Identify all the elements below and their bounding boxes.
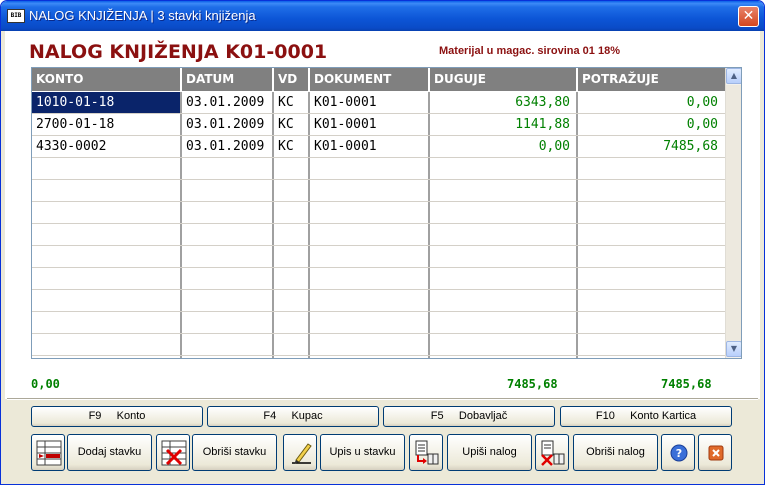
page-title: NALOG KNJIŽENJA K01-0001 [29,41,328,63]
row-gridline [32,289,726,290]
f4-kupac-button[interactable]: F4 Kupac [207,406,379,427]
cell-potrazuje[interactable]: 0,00 [578,92,724,113]
table-row[interactable]: 1010-01-18 03.01.2009 KC K01-0001 6343,8… [32,92,726,114]
cell-datum[interactable]: 03.01.2009 [182,114,272,135]
delete-order-button[interactable]: Obriši nalog [573,434,658,471]
scroll-up-button[interactable]: ▲ [726,68,741,84]
cell-datum[interactable]: 03.01.2009 [182,136,272,157]
cell-dokument[interactable]: K01-0001 [310,114,428,135]
cell-potrazuje[interactable]: 0,00 [578,114,724,135]
column-header-datum[interactable]: DATUM [182,68,274,91]
delete-row-icon [161,440,187,466]
row-gridline [32,113,726,114]
cell-potrazuje[interactable]: 7485,68 [578,136,724,157]
app-logo: BIB [7,9,25,23]
exit-button[interactable] [698,434,732,471]
entries-grid[interactable]: KONTO DATUM VD DOKUMENT DUGUJE POTRAŽUJE… [31,67,742,359]
write-order-button[interactable]: Upiši nalog [447,434,532,471]
cell-datum[interactable]: 03.01.2009 [182,92,272,113]
pencil-icon [292,443,312,464]
column-header-dokument[interactable]: DOKUMENT [310,68,430,91]
row-gridline [32,311,726,312]
write-row-button[interactable]: Upis u stavku [320,434,405,471]
page-subtitle: Materijal u magac. sirovina 01 18% [439,45,620,57]
scroll-track[interactable] [726,85,741,341]
cell-vd[interactable]: KC [274,114,308,135]
total-duguje: 7485,68 [507,377,558,391]
row-gridline [32,267,726,268]
write-document-icon [415,440,439,465]
cell-konto[interactable]: 4330-0002 [32,136,180,157]
column-header-duguje[interactable]: DUGUJE [430,68,578,91]
cell-duguje[interactable]: 1141,88 [430,114,576,135]
cell-vd[interactable]: KC [274,136,308,157]
scroll-down-button[interactable]: ▼ [726,341,741,357]
help-button[interactable]: ? [661,434,695,471]
cell-duguje[interactable]: 0,00 [430,136,576,157]
column-header-konto[interactable]: KONTO [32,68,182,91]
column-header-potrazuje[interactable]: POTRAŽUJE [578,68,726,91]
separator [7,398,758,400]
svg-text:?: ? [676,447,682,460]
cell-konto[interactable]: 2700-01-18 [32,114,180,135]
help-icon: ? [670,444,688,462]
content-panel: NALOG KNJIŽENJA K01-0001 Materijal u mag… [5,31,760,399]
add-row-icon [36,440,62,466]
total-left: 0,00 [31,377,60,391]
f10-konto-kartica-button[interactable]: F10 Konto Kartica [560,406,732,427]
total-potrazuje: 7485,68 [661,377,712,391]
vertical-scrollbar[interactable]: ▲ ▼ [725,68,741,358]
add-row-button[interactable]: Dodaj stavku [67,434,152,471]
row-gridline [32,355,726,356]
write-document-icon-button[interactable] [409,434,443,471]
delete-document-icon-button[interactable] [535,434,569,471]
table-row[interactable]: 2700-01-18 03.01.2009 KC K01-0001 1141,8… [32,114,726,136]
f5-dobavljac-button[interactable]: F5 Dobavljač [383,406,555,427]
cell-dokument[interactable]: K01-0001 [310,136,428,157]
row-gridline [32,333,726,334]
cell-dokument[interactable]: K01-0001 [310,92,428,113]
row-gridline [32,201,726,202]
table-row[interactable]: 4330-0002 03.01.2009 KC K01-0001 0,00 74… [32,136,726,158]
f9-konto-button[interactable]: F9 Konto [31,406,203,427]
delete-row-icon-button[interactable] [156,434,190,471]
grid-header: KONTO DATUM VD DOKUMENT DUGUJE POTRAŽUJE [32,68,726,92]
cell-vd[interactable]: KC [274,92,308,113]
close-button[interactable]: ✕ [738,6,759,27]
row-gridline [32,245,726,246]
add-row-icon-button[interactable] [31,434,65,471]
exit-icon [708,445,724,461]
cell-duguje[interactable]: 6343,80 [430,92,576,113]
delete-document-icon [541,440,565,466]
delete-row-button[interactable]: Obriši stavku [192,434,277,471]
row-gridline [32,179,726,180]
row-gridline [32,223,726,224]
grid-body[interactable]: 1010-01-18 03.01.2009 KC K01-0001 6343,8… [32,92,726,358]
title-bar[interactable]: BIB NALOG KNJIŽENJA | 3 stavki knjiženja… [1,1,764,31]
row-gridline [32,135,726,136]
window-title: NALOG KNJIŽENJA | 3 stavki knjiženja [29,8,256,23]
main-window: BIB NALOG KNJIŽENJA | 3 stavki knjiženja… [0,0,765,485]
cell-konto[interactable]: 1010-01-18 [32,92,180,113]
pencil-icon-button[interactable] [283,434,317,471]
column-header-vd[interactable]: VD [274,68,310,91]
row-gridline [32,157,726,158]
